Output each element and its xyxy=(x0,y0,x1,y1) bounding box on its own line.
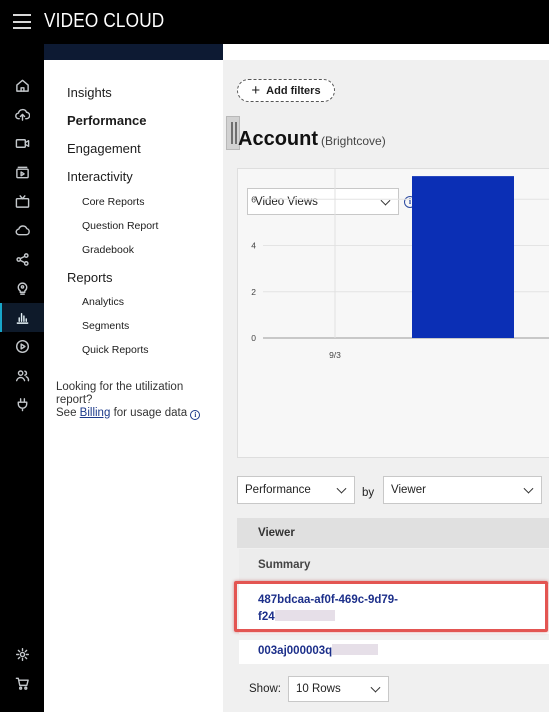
plug-icon[interactable] xyxy=(0,390,44,419)
y-tick-label: 0 xyxy=(251,333,256,343)
brand-logo: VIDEO CLOUD xyxy=(44,10,165,32)
table-row[interactable]: 487bdcaa-af0f-469c-9d79- f24 xyxy=(239,584,549,634)
cloud-icon[interactable] xyxy=(0,216,44,245)
y-tick-label: 4 xyxy=(251,241,256,251)
nav-insights[interactable]: Insights xyxy=(67,85,112,100)
utilization-note-line2: report? xyxy=(56,394,93,406)
nav-analytics[interactable]: Analytics xyxy=(82,296,124,308)
nav-segments[interactable]: Segments xyxy=(82,320,129,332)
viewer-id-line2-text: f24 xyxy=(258,611,275,623)
utilization-see: See xyxy=(56,407,77,419)
playlist-icon[interactable] xyxy=(0,158,44,187)
rows-per-page-value: 10 Rows xyxy=(296,683,341,695)
x-tick-label: 9/3 xyxy=(329,350,341,360)
nav-reports[interactable]: Reports xyxy=(67,270,113,285)
nav-performance[interactable]: Performance xyxy=(67,113,146,128)
group-select[interactable]: Performance xyxy=(237,476,355,504)
home-icon[interactable] xyxy=(0,71,44,100)
add-filters-button[interactable]: + Add filters xyxy=(237,79,335,102)
lightbulb-icon[interactable] xyxy=(0,274,44,303)
account-title: Account xyxy=(238,128,318,150)
nav-interactivity[interactable]: Interactivity xyxy=(67,169,133,184)
dimension-select-value: Viewer xyxy=(391,484,426,496)
play-circle-icon[interactable] xyxy=(0,332,44,361)
info-icon[interactable]: i xyxy=(190,410,201,420)
show-label: Show: xyxy=(249,683,281,695)
cart-icon[interactable] xyxy=(0,669,44,698)
nav-question-report[interactable]: Question Report xyxy=(82,220,158,232)
group-select-value: Performance xyxy=(245,484,311,496)
main-top-strip xyxy=(223,44,549,60)
table-row[interactable]: 003aj000003q xyxy=(239,640,549,664)
utilization-note-line1: Looking for the utilization xyxy=(56,381,184,393)
main-content: + Add filters Account (Brightcove) Video … xyxy=(223,44,549,712)
billing-link[interactable]: Billing xyxy=(80,407,111,419)
analytics-nav-panel: Insights Performance Engagement Interact… xyxy=(44,44,223,712)
table-summary-row: Summary xyxy=(239,549,549,581)
users-icon[interactable] xyxy=(0,361,44,390)
by-label: by xyxy=(362,487,375,499)
chevron-down-icon xyxy=(370,682,381,693)
video-camera-icon[interactable] xyxy=(0,129,44,158)
utilization-note-line3: See Billing for usage data i xyxy=(56,407,216,420)
bar xyxy=(412,176,514,338)
upload-icon[interactable] xyxy=(0,100,44,129)
plus-icon: + xyxy=(251,82,261,99)
chevron-down-icon xyxy=(523,483,534,494)
page-title: Account (Brightcove) xyxy=(238,128,386,151)
icon-rail xyxy=(0,44,44,712)
account-subtitle: (Brightcove) xyxy=(321,134,386,148)
menu-icon[interactable] xyxy=(13,14,31,29)
viewer-id: 003aj000003q xyxy=(258,645,333,657)
chart-card: Video Views i 024689/3 xyxy=(237,168,549,458)
y-tick-label: 6 xyxy=(251,194,256,204)
top-bar: VIDEO CLOUD xyxy=(0,0,549,44)
settings-gear-icon[interactable] xyxy=(0,640,44,669)
live-tv-icon[interactable] xyxy=(0,187,44,216)
dimension-select[interactable]: Viewer xyxy=(383,476,542,504)
y-tick-label: 2 xyxy=(251,287,256,297)
table-header-viewer[interactable]: Viewer xyxy=(237,518,549,548)
redacted-block xyxy=(332,644,379,655)
nav-engagement[interactable]: Engagement xyxy=(67,141,141,156)
analytics-icon[interactable] xyxy=(0,303,44,332)
bar-chart: 024689/3 xyxy=(251,169,549,360)
viewer-id-line1: 487bdcaa-af0f-469c-9d79- xyxy=(258,594,398,606)
nav-top-stripe xyxy=(44,44,223,60)
nav-gradebook[interactable]: Gradebook xyxy=(82,244,134,256)
utilization-note: Looking for the utilization report? See … xyxy=(56,381,216,420)
add-filters-label: Add filters xyxy=(266,84,321,97)
viewer-id-line2: f24 xyxy=(258,609,549,626)
nav-quick-reports[interactable]: Quick Reports xyxy=(82,344,149,356)
share-icon[interactable] xyxy=(0,245,44,274)
rows-per-page-select[interactable]: 10 Rows xyxy=(288,676,389,702)
chevron-down-icon xyxy=(336,483,347,494)
utilization-rest: for usage data xyxy=(113,407,188,419)
nav-core-reports[interactable]: Core Reports xyxy=(82,196,144,208)
redacted-block xyxy=(274,610,335,621)
